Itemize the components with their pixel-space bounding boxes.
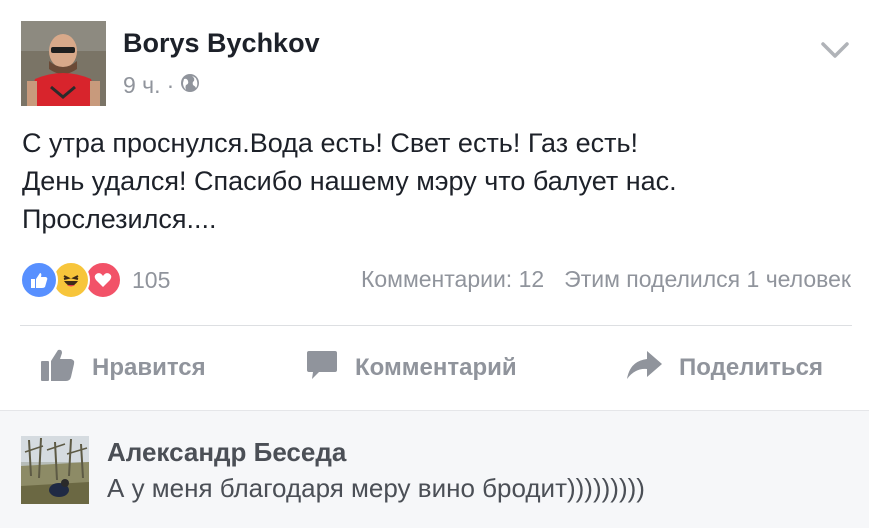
like-reaction-icon [20, 261, 58, 299]
post-stats: Комментарии: 12 Этим поделился 1 человек [361, 266, 851, 293]
post-action-bar: Нравится Комментарий Поделиться [0, 340, 869, 396]
meta-separator: · [166, 72, 175, 98]
divider [20, 325, 852, 326]
comment-button-label: Комментарий [355, 354, 517, 381]
post-author-name[interactable]: Borys Bychkov [123, 28, 320, 59]
like-button-label: Нравится [92, 354, 206, 381]
shares-count-link[interactable]: Этим поделился 1 человек [564, 266, 851, 293]
post-body: С утра проснулся.Вода есть! Свет есть! Г… [22, 124, 852, 238]
chevron-down-icon[interactable] [820, 38, 850, 62]
post-body-line: Прослезился.... [22, 204, 217, 234]
comments-section: Александр Беседа А у меня благодаря меру… [0, 410, 869, 528]
comment-author-name[interactable]: Александр Беседа [107, 437, 346, 468]
comment-text: А у меня благодаря меру вино бродит)))))… [107, 473, 645, 503]
reactions-summary[interactable]: 105 [20, 261, 171, 299]
post-body-line: С утра проснулся.Вода есть! Свет есть! Г… [22, 128, 639, 158]
speech-bubble-icon [305, 348, 339, 389]
commenter-avatar[interactable] [21, 436, 89, 504]
author-avatar[interactable] [21, 21, 106, 106]
comment-button[interactable]: Комментарий [305, 340, 517, 396]
comments-count-link[interactable]: Комментарии: 12 [361, 266, 544, 293]
post-meta: 9 ч. · [123, 72, 200, 99]
globe-icon [180, 72, 200, 99]
share-arrow-icon [625, 349, 663, 388]
post-card: Borys Bychkov 9 ч. · С утра проснулся.Во… [0, 0, 869, 410]
thumbs-up-icon [40, 348, 76, 389]
like-button[interactable]: Нравится [40, 340, 206, 396]
post-timestamp[interactable]: 9 ч. [123, 72, 161, 99]
post-body-line: День удался! Спасибо нашему мэру что бал… [22, 166, 677, 196]
share-button-label: Поделиться [679, 354, 824, 381]
share-button[interactable]: Поделиться [625, 340, 823, 396]
reaction-count: 105 [132, 266, 171, 293]
